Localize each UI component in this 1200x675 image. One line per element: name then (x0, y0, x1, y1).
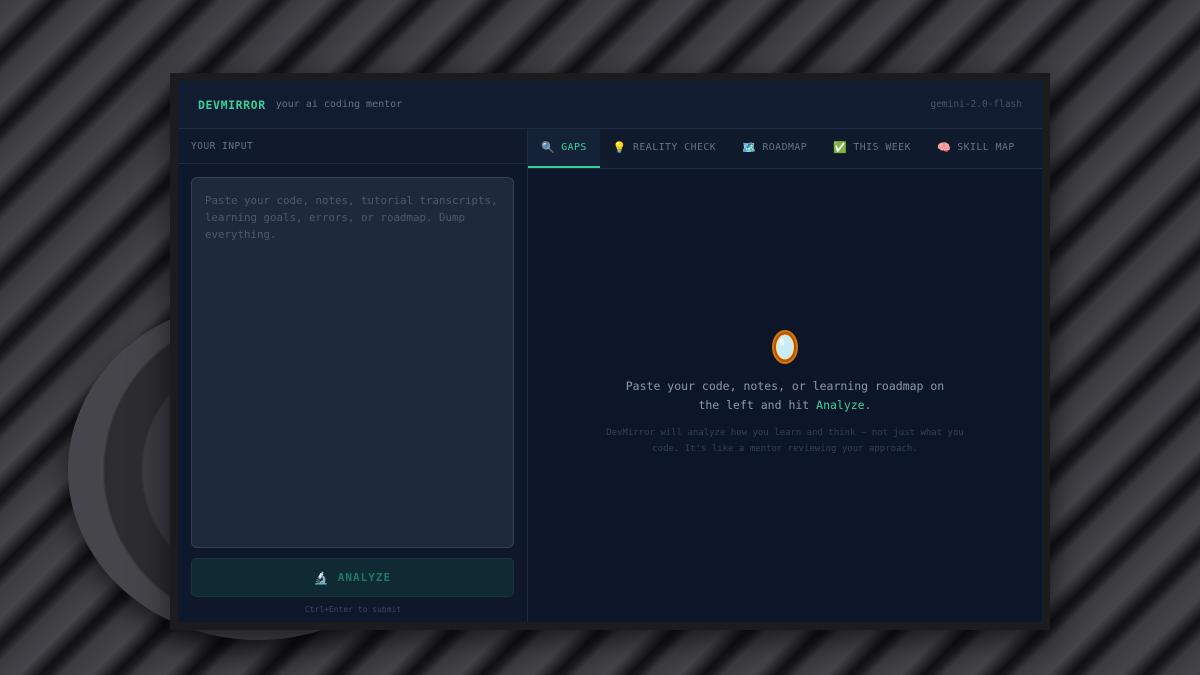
code-input[interactable] (192, 178, 513, 547)
empty-state-message: Paste your code, notes, or learning road… (615, 377, 955, 415)
model-label: gemini-2.0-flash (930, 99, 1022, 110)
empty-state-description: DevMirror will analyze how you learn and… (606, 428, 964, 454)
map-icon: 🗺️ (742, 141, 757, 154)
input-box (191, 177, 514, 548)
analyze-highlight: Analyze (816, 398, 865, 412)
empty-text-end: . (864, 398, 872, 412)
tagline: your ai coding mentor (275, 99, 403, 110)
app-header: DEVMIRROR your ai coding mentor gemini-2… (178, 81, 1042, 129)
check-icon: ✅ (833, 141, 848, 154)
tab-skill-map[interactable]: 🧠 SKILL MAP (924, 129, 1028, 168)
analyze-button[interactable]: 🔬 ANALYZE (191, 558, 514, 597)
analyze-label: ANALYZE (337, 571, 392, 584)
lightbulb-icon: 💡 (612, 141, 627, 154)
brand-logo: DEVMIRROR (198, 97, 266, 112)
brain-icon: 🧠 (936, 141, 952, 154)
tab-this-week[interactable]: ✅ THIS WEEK (820, 129, 924, 168)
tab-reality-check[interactable]: 💡 REALITY CHECK (600, 129, 729, 168)
tab-label: SKILL MAP (957, 142, 1015, 153)
input-panel-header: YOUR INPUT (178, 129, 527, 164)
tab-roadmap[interactable]: 🗺️ ROADMAP (729, 129, 820, 168)
tab-label: THIS WEEK (853, 142, 911, 153)
tab-label: REALITY CHECK (633, 142, 717, 153)
tab-label: ROADMAP (762, 142, 808, 153)
mirror-icon (771, 329, 799, 369)
microscope-icon: 🔬 (313, 570, 330, 585)
empty-text: Paste your code, notes, or learning road… (625, 379, 945, 412)
tab-label: GAPS (561, 142, 587, 153)
tab-gaps[interactable]: 🔍 GAPS (528, 129, 600, 168)
app-window: DEVMIRROR your ai coding mentor gemini-2… (170, 73, 1050, 630)
empty-state: Paste your code, notes, or learning road… (528, 329, 1042, 457)
input-panel: YOUR INPUT 🔬 ANALYZE Ctrl+Enter to submi… (178, 129, 528, 622)
results-panel: 🔍 GAPS 💡 REALITY CHECK 🗺️ ROADMAP ✅ THIS… (528, 129, 1042, 622)
submit-hint: Ctrl+Enter to submit (304, 605, 402, 614)
tab-bar: 🔍 GAPS 💡 REALITY CHECK 🗺️ ROADMAP ✅ THIS… (528, 129, 1042, 169)
magnifier-icon: 🔍 (541, 141, 556, 154)
